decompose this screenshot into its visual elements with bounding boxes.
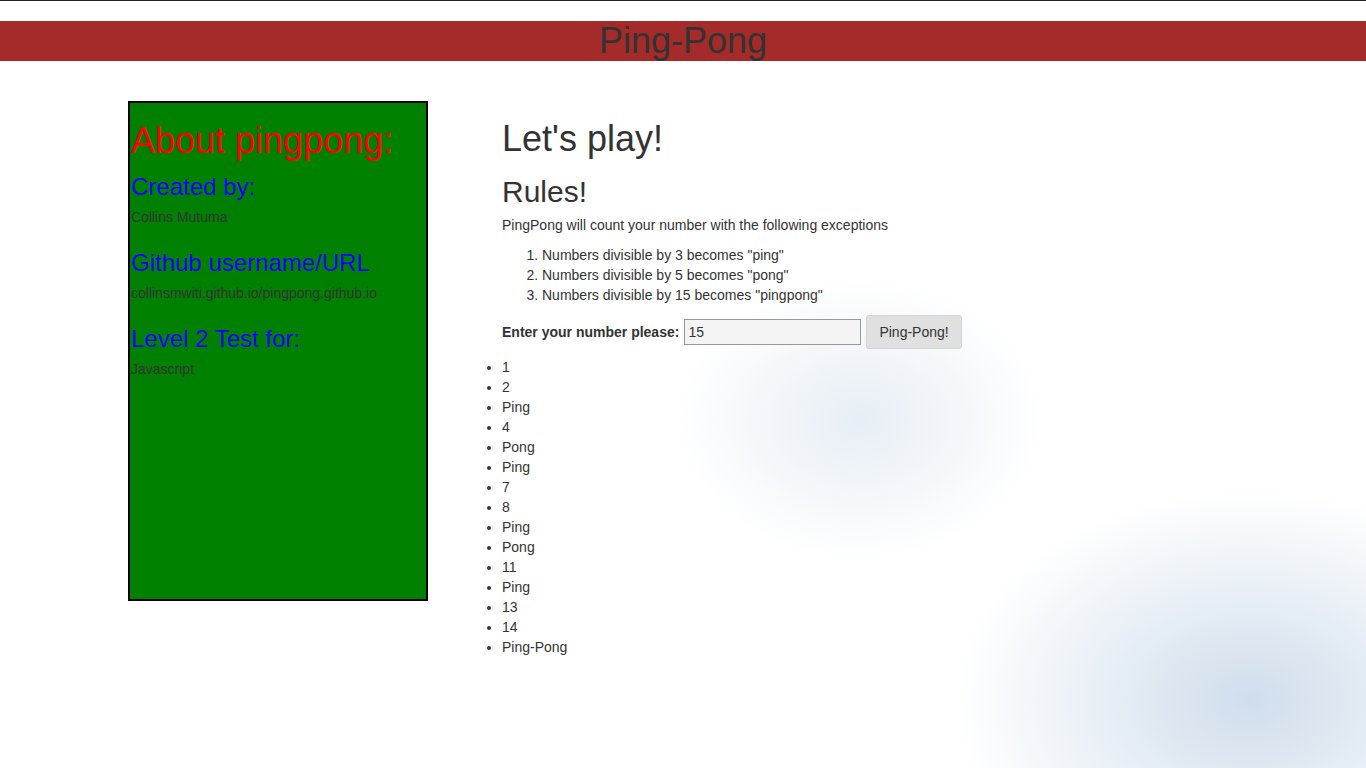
rule-item: Numbers divisible by 15 becomes "pingpon… xyxy=(542,285,1366,305)
number-input[interactable] xyxy=(684,319,861,345)
about-heading: Level 2 Test for: xyxy=(131,325,420,353)
result-item: Ping-Pong xyxy=(502,637,1366,657)
rules-intro: PingPong will count your number with the… xyxy=(502,215,1366,235)
page-header: Ping-Pong xyxy=(0,21,1366,61)
result-item: 11 xyxy=(502,557,1366,577)
result-item: 8 xyxy=(502,497,1366,517)
results-list: 12Ping4PongPing78PingPong11Ping1314Ping-… xyxy=(502,357,1366,657)
about-text: Javascript xyxy=(131,359,420,379)
game-panel: Let's play! Rules! PingPong will count you… xyxy=(502,101,1366,657)
main-area: About pingpong: Created by: Collins Mutuma… xyxy=(0,61,1366,657)
about-text: collinsmwiti.github.io/pingpong.github.i… xyxy=(131,283,420,303)
result-item: 14 xyxy=(502,617,1366,637)
result-item: 13 xyxy=(502,597,1366,617)
result-item: Ping xyxy=(502,397,1366,417)
result-item: 7 xyxy=(502,477,1366,497)
result-item: Pong xyxy=(502,537,1366,557)
number-label: Enter your number please: xyxy=(502,322,679,342)
result-item: 4 xyxy=(502,417,1366,437)
rule-item: Numbers divisible by 5 becomes "pong" xyxy=(542,265,1366,285)
result-item: Ping xyxy=(502,517,1366,537)
rule-item: Numbers divisible by 3 becomes "ping" xyxy=(542,245,1366,265)
about-title: About pingpong: xyxy=(131,121,420,161)
ping-pong-button[interactable]: Ping-Pong! xyxy=(866,315,961,349)
result-item: 2 xyxy=(502,377,1366,397)
number-form: Enter your number please: Ping-Pong! xyxy=(502,315,1366,349)
result-item: 1 xyxy=(502,357,1366,377)
rules-list: Numbers divisible by 3 becomes "ping"Num… xyxy=(502,245,1366,305)
about-text: Collins Mutuma xyxy=(131,207,420,227)
page-title: Ping-Pong xyxy=(0,21,1366,61)
result-item: Pong xyxy=(502,437,1366,457)
result-item: Ping xyxy=(502,457,1366,477)
result-item: Ping xyxy=(502,577,1366,597)
rules-title: Rules! xyxy=(502,175,1366,209)
about-heading: Created by: xyxy=(131,173,420,201)
about-heading: Github username/URL xyxy=(131,249,420,277)
game-title: Let's play! xyxy=(502,119,1366,159)
about-panel: About pingpong: Created by: Collins Mutuma… xyxy=(128,101,428,601)
